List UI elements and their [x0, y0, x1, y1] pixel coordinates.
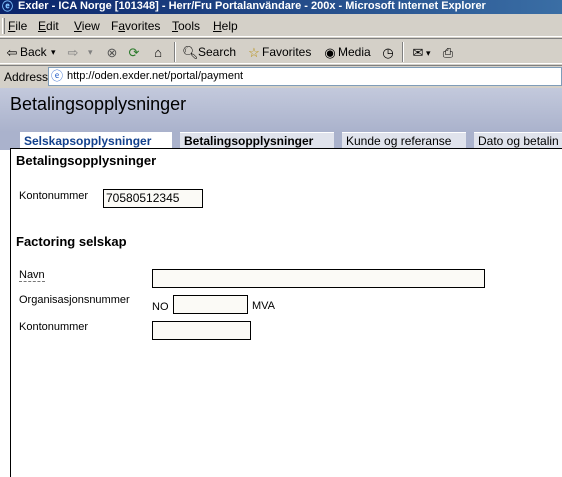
name-label: Navn — [19, 269, 45, 282]
page-icon: ⓔ — [51, 69, 64, 83]
search-label: Search — [198, 45, 237, 59]
address-bar: Address ⓔ http://oden.exder.net/portal/pa… — [0, 65, 562, 87]
tab-betalingsopplysninger[interactable]: Betalingsopplysninger — [180, 132, 334, 148]
stop-icon[interactable]: ⊗ — [104, 43, 120, 61]
page-title: Betalingsopplysninger — [10, 94, 187, 114]
form-panel: Betalingsopplysninger Kontonummer 705805… — [10, 148, 562, 477]
forward-dropdown-icon[interactable]: ▾ — [88, 43, 93, 61]
menu-help[interactable]: Help — [213, 19, 238, 33]
media-button[interactable]: ◉ Media — [322, 43, 371, 61]
section-betalingsopplysninger-heading: Betalingsopplysninger — [16, 153, 157, 168]
back-button[interactable]: ⇦ Back — [4, 43, 47, 61]
mail-icon[interactable]: ✉ ▾ — [410, 43, 431, 61]
menu-file[interactable]: File — [8, 19, 27, 33]
page-header: Betalingsopplysninger — [0, 88, 562, 132]
toolbar-separator — [402, 42, 404, 62]
address-url: http://oden.exder.net/portal/payment — [67, 70, 244, 82]
history-icon[interactable]: ◷ — [380, 43, 396, 61]
search-button[interactable]: 🔍︎Search — [182, 43, 236, 61]
back-label: Back — [20, 45, 47, 59]
menu-bar: File Edit View Favorites Tools Help — [0, 15, 562, 37]
refresh-icon[interactable]: ⟳ — [126, 43, 142, 61]
menu-grip — [2, 18, 5, 34]
account-number-label: Kontonummer — [19, 190, 89, 202]
page-viewport: Betalingsopplysninger Selskapsopplysning… — [0, 88, 562, 477]
org-number-prefix: NO — [152, 301, 169, 313]
menu-tools[interactable]: Tools — [172, 19, 200, 33]
favorites-label: Favorites — [262, 45, 312, 59]
menu-favorites[interactable]: Favorites — [111, 19, 160, 33]
factoring-account-field[interactable] — [152, 321, 251, 340]
name-field[interactable] — [152, 269, 485, 288]
org-number-suffix: MVA — [252, 300, 276, 312]
section-factoring-heading: Factoring selskap — [16, 234, 127, 249]
media-icon: ◉ — [324, 44, 336, 60]
toolbar-separator — [174, 42, 176, 62]
window-title: Exder - ICA Norge [101348] - Herr/Fru Po… — [18, 0, 486, 12]
forward-arrow-icon[interactable]: ⇨ — [65, 43, 81, 61]
org-number-label: Organisasjonsnummer — [19, 294, 130, 306]
print-icon[interactable]: ⎙ — [440, 43, 456, 61]
ie-icon: ⓔ — [2, 1, 13, 13]
menu-view[interactable]: View — [74, 19, 100, 33]
factoring-account-label: Kontonummer — [19, 321, 89, 333]
address-input[interactable]: ⓔ http://oden.exder.net/portal/payment — [48, 67, 562, 86]
menu-edit[interactable]: Edit — [38, 19, 59, 33]
media-label: Media — [338, 45, 371, 59]
favorites-button[interactable]: ☆ Favorites — [246, 43, 311, 61]
tab-selskapsopplysninger[interactable]: Selskapsopplysninger — [20, 132, 172, 148]
account-number-field[interactable]: 70580512345 — [103, 189, 203, 208]
favorites-star-icon: ☆ — [248, 44, 260, 60]
back-arrow-icon: ⇦ — [6, 44, 18, 60]
tab-dato-og-betaling[interactable]: Dato og betalin — [474, 132, 562, 148]
window-title-bar: ⓔ Exder - ICA Norge [101348] - Herr/Fru P… — [0, 0, 562, 14]
search-icon: 🔍︎ — [182, 44, 199, 60]
toolbar: ⇦ Back ▾ ⇨ ▾ ⊗ ⟳ ⌂ 🔍︎Search ☆ Favorites ◉ M… — [0, 38, 562, 64]
back-dropdown-icon[interactable]: ▾ — [51, 43, 56, 61]
home-icon[interactable]: ⌂ — [150, 43, 166, 61]
org-number-field[interactable] — [173, 295, 248, 314]
address-label: Address — [4, 70, 49, 84]
tab-kunde-og-referanse[interactable]: Kunde og referanse — [342, 132, 466, 148]
